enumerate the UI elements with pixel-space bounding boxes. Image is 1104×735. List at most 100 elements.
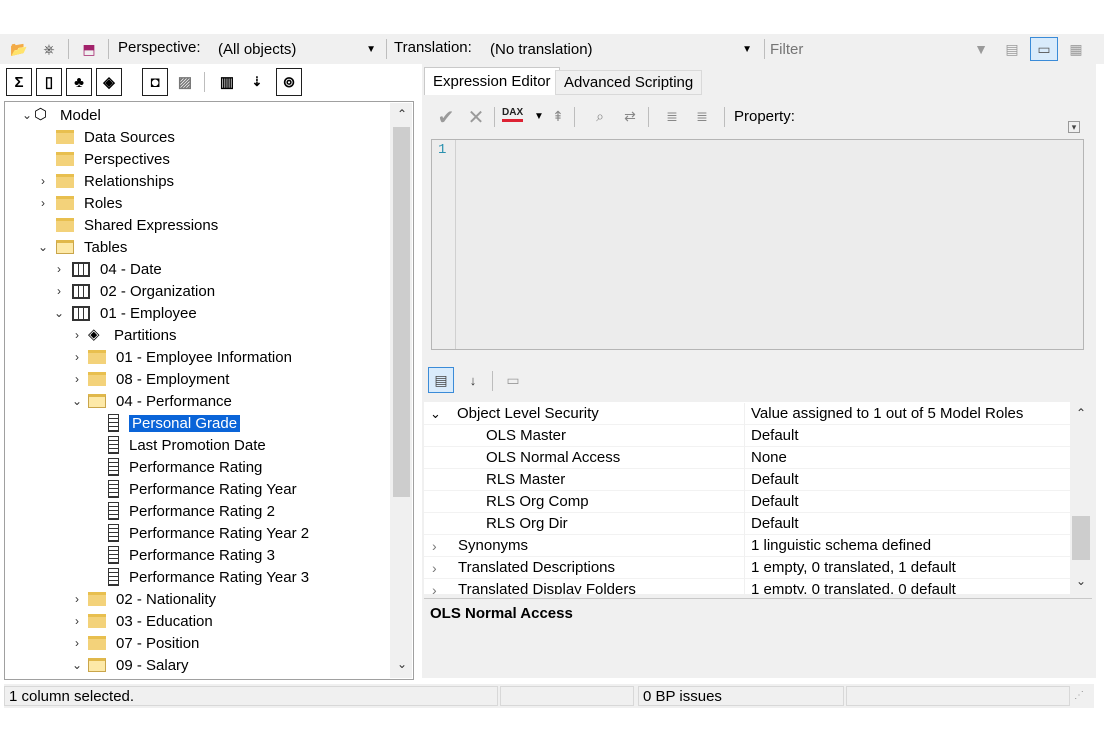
property-row[interactable]: › Translated Descriptions 1 empty, 0 tra… [424, 557, 1070, 579]
chevron-right-icon[interactable]: › [70, 614, 84, 628]
show-info-columns-icon[interactable]: ▨ [172, 68, 198, 96]
comment-icon[interactable]: ≣ [662, 105, 682, 127]
tree-scrollbar-thumb[interactable] [393, 127, 410, 497]
tree-item-performance-rating-year-3[interactable]: Performance Rating Year 3 [108, 566, 309, 588]
property-value[interactable]: Default [751, 515, 799, 532]
property-row[interactable]: › Translated Display Folders 1 empty, 0 … [424, 579, 1070, 594]
sort-alpha-icon[interactable]: ⇣ [244, 68, 270, 96]
uncomment-icon[interactable]: ≣ [692, 105, 712, 127]
chevron-down-icon[interactable]: ▼ [534, 111, 544, 122]
tree-item-nationality[interactable]: › 02 - Nationality [70, 588, 216, 610]
filter-funnel-icon[interactable]: ▼ [970, 39, 992, 59]
property-row-selected[interactable]: OLS Normal Access None [424, 447, 1070, 469]
tree-item-table-date[interactable]: › 04 - Date [52, 258, 162, 280]
view-list-icon[interactable]: ▤ [1000, 39, 1024, 59]
tree-item-performance-rating-2[interactable]: Performance Rating 2 [108, 500, 275, 522]
tree-item-performance-rating-3[interactable]: Performance Rating 3 [108, 544, 275, 566]
chevron-right-icon[interactable]: › [36, 196, 50, 210]
tree-item-employment[interactable]: › 08 - Employment [70, 368, 229, 390]
property-grid[interactable]: ⌄ Object Level Security Value assigned t… [424, 402, 1070, 594]
replace-icon[interactable]: ⇄ [620, 105, 640, 127]
tree-item-performance-rating-year[interactable]: Performance Rating Year [108, 478, 297, 500]
show-metadata-icon[interactable]: ⊚ [276, 68, 302, 96]
chevron-right-icon[interactable]: › [70, 592, 84, 606]
view-grid-icon[interactable]: ▦ [1064, 39, 1088, 59]
tree-item-table-organization[interactable]: › 02 - Organization [52, 280, 215, 302]
chevron-down-icon[interactable]: ⌄ [70, 394, 84, 408]
tree-item-model[interactable]: ⌄ ⬡ Model [20, 104, 101, 126]
tree-item-position[interactable]: › 07 - Position [70, 632, 199, 654]
display-folders-icon[interactable]: ▥ [214, 68, 240, 96]
property-row[interactable]: ⌄ Object Level Security Value assigned t… [424, 403, 1070, 425]
tree-item-performance[interactable]: ⌄ 04 - Performance [70, 390, 232, 412]
tree-item-partitions[interactable]: › ◈ Partitions [70, 324, 177, 346]
chevron-right-icon[interactable]: › [432, 560, 437, 576]
property-row[interactable]: RLS Org Comp Default [424, 491, 1070, 513]
property-value[interactable]: Default [751, 493, 799, 510]
property-grid-scrollbar-thumb[interactable] [1072, 516, 1090, 560]
open-model-icon[interactable]: 📂 [8, 39, 30, 59]
tree-item-education[interactable]: › 03 - Education [70, 610, 213, 632]
find-icon[interactable]: ⌕ [590, 105, 610, 127]
property-row[interactable]: OLS Master Default [424, 425, 1070, 447]
scroll-up-icon[interactable]: ⌃ [394, 106, 410, 122]
tab-advanced-scripting[interactable]: Advanced Scripting [555, 70, 703, 95]
property-row[interactable]: RLS Master Default [424, 469, 1070, 491]
property-value[interactable]: Default [751, 471, 799, 488]
tree-item-salary[interactable]: ⌄ 09 - Salary [70, 654, 189, 676]
tree-item-performance-rating-year-2[interactable]: Performance Rating Year 2 [108, 522, 309, 544]
dependencies-icon[interactable]: ⇞ [548, 105, 568, 127]
expression-editor[interactable] [431, 139, 1084, 350]
perspective-dropdown[interactable]: (All objects) ▼ [210, 37, 382, 61]
status-bp-issues[interactable]: 0 BP issues [638, 686, 844, 706]
property-value[interactable]: Default [751, 427, 799, 444]
tree-item-last-promotion-date[interactable]: Last Promotion Date [108, 434, 266, 456]
tab-expression-editor[interactable]: Expression Editor [424, 67, 560, 95]
show-measures-icon[interactable]: Σ [6, 68, 32, 96]
cancel-icon[interactable]: ✕ [464, 105, 488, 129]
accept-icon[interactable]: ✔ [434, 105, 458, 129]
model-tree[interactable]: ⌄ ⬡ Model Data Sources Perspectives › Re… [6, 103, 389, 678]
chevron-down-icon[interactable]: ⌄ [20, 108, 34, 122]
chevron-right-icon[interactable]: › [432, 538, 437, 554]
property-row[interactable]: RLS Org Dir Default [424, 513, 1070, 535]
scroll-up-icon[interactable]: ⌃ [1074, 406, 1088, 420]
chevron-down-icon[interactable]: ⌄ [36, 240, 50, 254]
tree-item-roles[interactable]: › Roles [36, 192, 122, 214]
scroll-down-icon[interactable]: ⌄ [394, 656, 410, 672]
filter-input[interactable] [770, 38, 960, 60]
tree-item-table-employee[interactable]: ⌄ 01 - Employee [52, 302, 197, 324]
show-hidden-icon[interactable]: ◘ [142, 68, 168, 96]
scroll-down-icon[interactable]: ⌄ [1074, 574, 1088, 588]
view-detail-icon[interactable]: ▭ [1030, 37, 1058, 61]
tree-item-personal-grade[interactable]: Personal Grade [108, 412, 242, 434]
property-value[interactable]: None [751, 449, 787, 466]
tree-item-tables[interactable]: ⌄ Tables [36, 236, 127, 258]
deploy-icon[interactable]: ⎈ [38, 39, 60, 59]
show-columns-icon[interactable]: ▯ [36, 68, 62, 96]
chevron-right-icon[interactable]: › [52, 284, 66, 298]
chevron-right-icon[interactable]: › [70, 372, 84, 386]
property-pages-icon[interactable]: ▭ [500, 367, 526, 393]
tree-item-employee-information[interactable]: › 01 - Employee Information [70, 346, 292, 368]
property-dropdown-icon[interactable]: ▾ [1068, 121, 1080, 133]
property-row[interactable]: › Synonyms 1 linguistic schema defined [424, 535, 1070, 557]
tree-item-data-sources[interactable]: Data Sources [56, 126, 175, 148]
chevron-down-icon[interactable]: ⌄ [430, 406, 441, 422]
tree-item-shared-expressions[interactable]: Shared Expressions [56, 214, 218, 236]
translation-dropdown[interactable]: (No translation) ▼ [482, 37, 758, 61]
resize-grip-icon[interactable]: ⋰ [1074, 690, 1084, 701]
tree-item-relationships[interactable]: › Relationships [36, 170, 174, 192]
save-icon[interactable]: ⬒ [78, 39, 100, 59]
chevron-right-icon[interactable]: › [70, 636, 84, 650]
chevron-right-icon[interactable]: › [70, 350, 84, 364]
chevron-down-icon[interactable]: ⌄ [52, 306, 66, 320]
tree-item-perspectives[interactable]: Perspectives [56, 148, 170, 170]
dax-formatter-icon[interactable]: DAX [502, 107, 524, 122]
chevron-right-icon[interactable]: › [432, 582, 437, 595]
show-hierarchies-icon[interactable]: ♣ [66, 68, 92, 96]
chevron-right-icon[interactable]: › [52, 262, 66, 276]
show-partitions-icon[interactable]: ◈ [96, 68, 122, 96]
property-grid-scrollbar[interactable] [1070, 402, 1092, 594]
chevron-down-icon[interactable]: ⌄ [70, 658, 84, 672]
